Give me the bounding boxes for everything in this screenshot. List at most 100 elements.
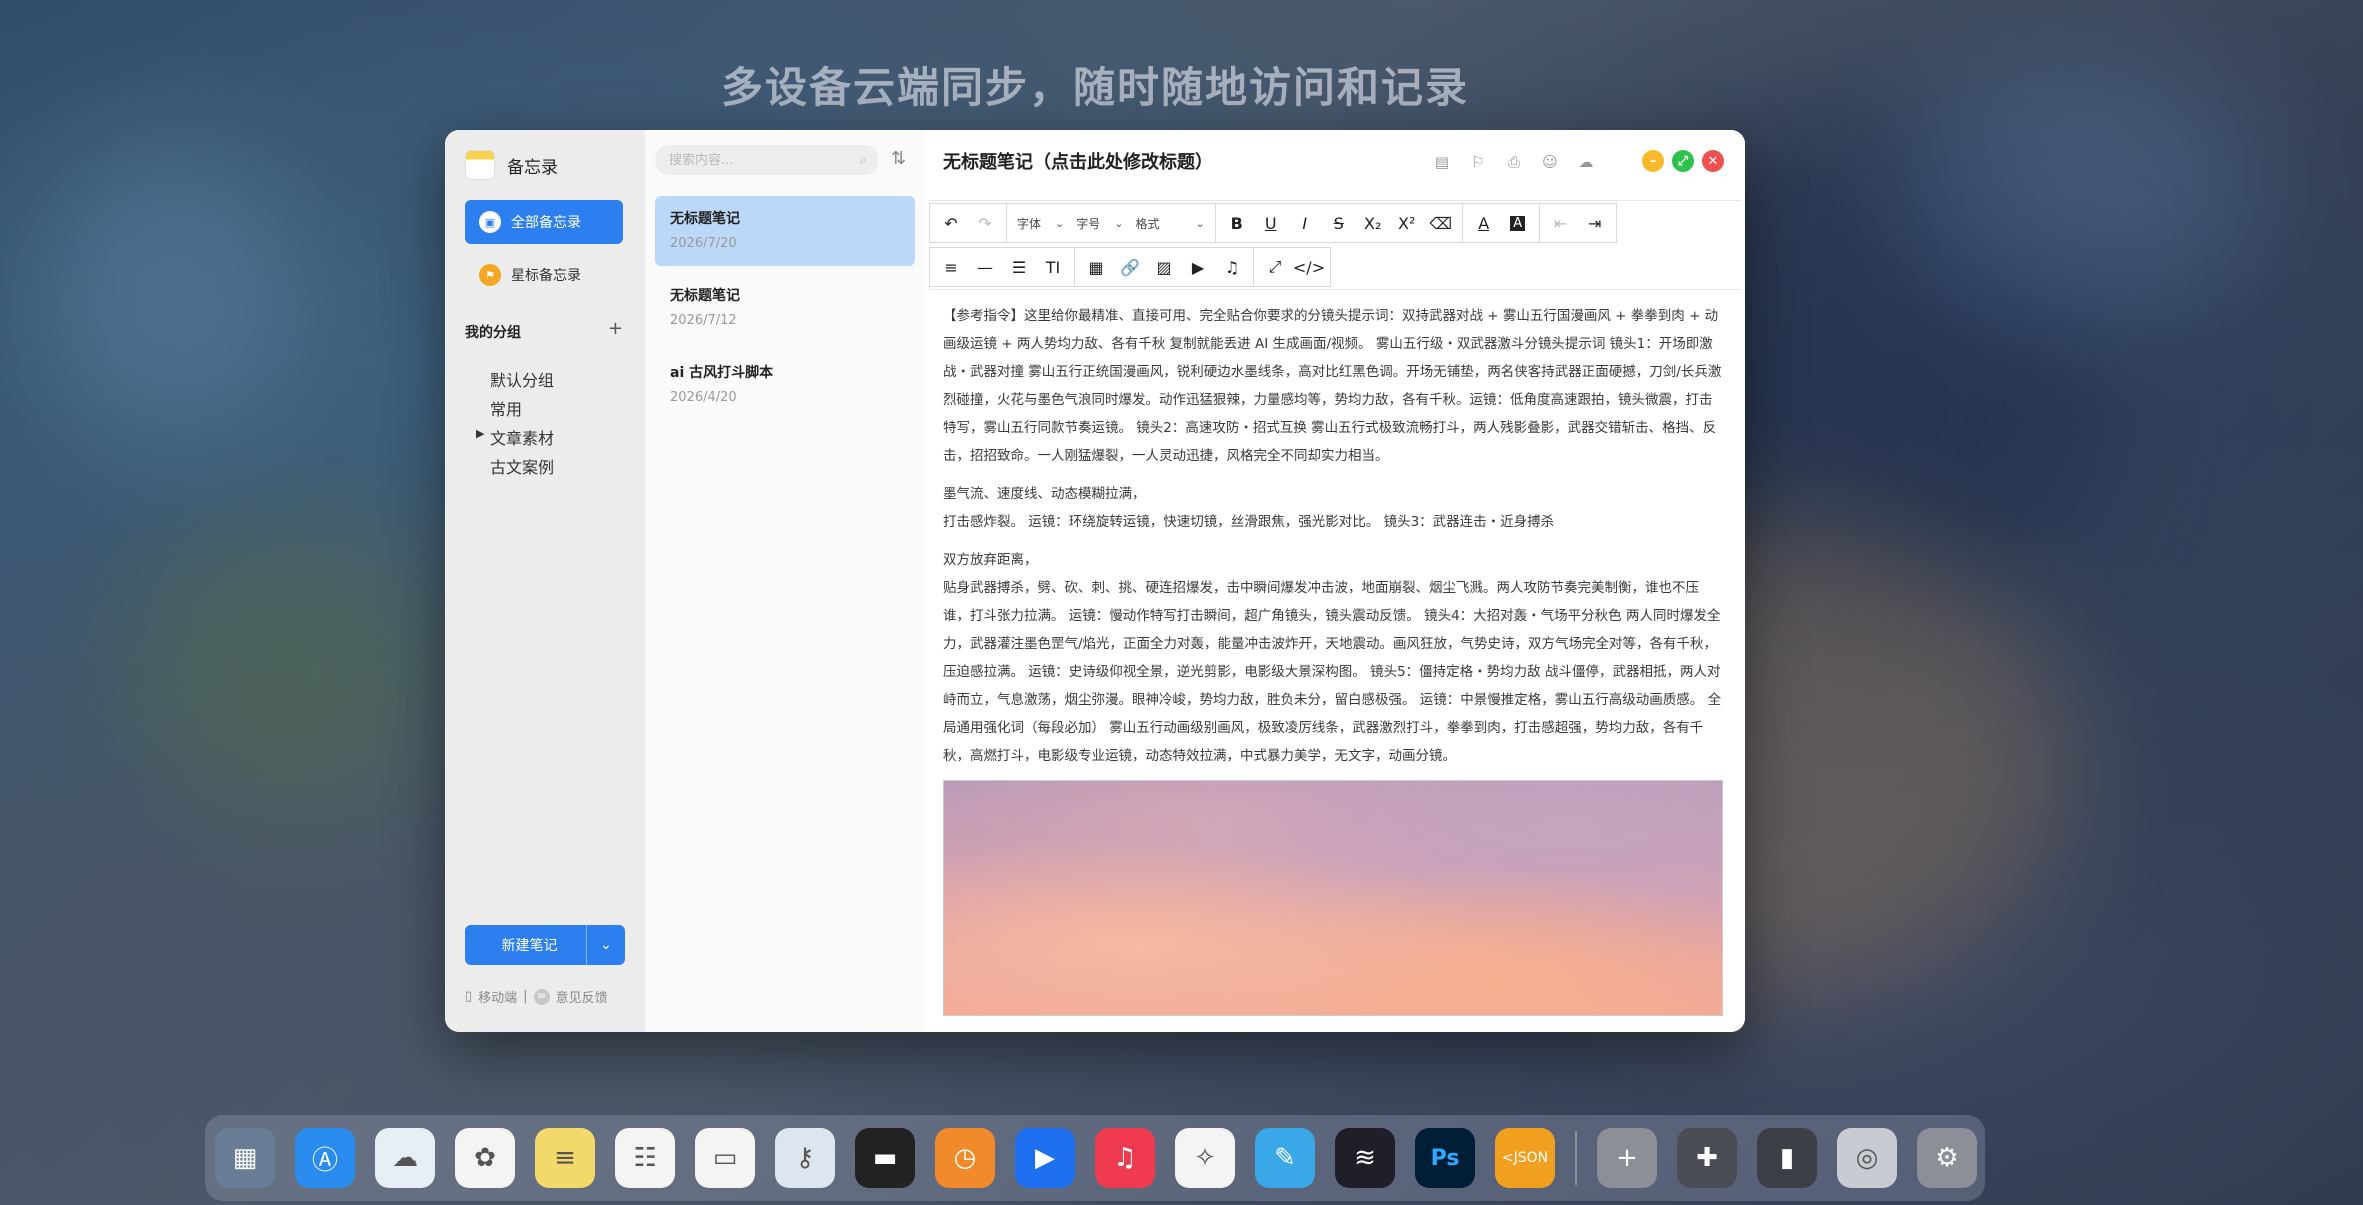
photoshop-icon[interactable]: Ps [1415, 1128, 1475, 1188]
sunset-sky-image [943, 780, 1723, 1016]
italic-icon[interactable]: I [1288, 206, 1322, 240]
book-icon[interactable]: ▤ [1430, 150, 1454, 174]
code-view-icon[interactable]: </> [1292, 250, 1326, 284]
video-icon[interactable]: ▶ [1181, 250, 1215, 284]
cloud-upload-icon[interactable]: ☁ [1574, 150, 1598, 174]
search-icon[interactable]: ⌕ [859, 152, 867, 168]
group-item-expandable[interactable]: ▶ 文章素材 [476, 425, 555, 449]
outdent-icon[interactable]: ⇤ [1544, 206, 1578, 240]
indent-group: ⇤ ⇥ [1538, 203, 1617, 243]
wallet-icon[interactable]: ▬ [855, 1128, 915, 1188]
minimize-button[interactable]: – [1642, 150, 1664, 172]
maximize-button[interactable]: ⤢ [1672, 150, 1694, 172]
eraser-icon[interactable]: ⌫ [1424, 206, 1458, 240]
clock-icon[interactable]: ◷ [935, 1128, 995, 1188]
note-title-editable[interactable]: 无标题笔记（点击此处修改标题） [943, 148, 1213, 174]
print-icon[interactable]: ⎙ [1502, 150, 1526, 174]
sidebar: 备忘录 ▣ 全部备忘录 ⚑ 星标备忘录 我的分组 + 默认分组 常用 ▶ 文章素… [445, 130, 646, 1032]
new-note-button[interactable]: 新建笔记 ⌄ [465, 925, 625, 965]
feedback-link[interactable]: 意见反馈 [556, 987, 608, 1006]
search-box[interactable]: ⌕ [655, 145, 879, 175]
calendar-icon[interactable]: ▭ [695, 1128, 755, 1188]
photos-icon[interactable]: ✿ [455, 1128, 515, 1188]
bookmark-icon[interactable]: ⚐ [1466, 150, 1490, 174]
safari-icon[interactable]: ✧ [1175, 1128, 1235, 1188]
music-icon[interactable]: ♫ [1095, 1128, 1155, 1188]
notes-icon[interactable]: ≡ [535, 1128, 595, 1188]
beyond-compare-icon[interactable]: ≋ [1335, 1128, 1395, 1188]
editor-content[interactable]: 【参考指令】这里给你最精准、直接可用、完全贴合你要求的分镜头提示词：双持武器对战… [943, 302, 1723, 1016]
nav-label: 星标备忘录 [511, 268, 581, 284]
align-left-icon[interactable]: ≡ [934, 250, 968, 284]
fullscreen-icon[interactable]: ⤢ [1258, 250, 1292, 284]
settings-icon[interactable]: ⚙ [1917, 1128, 1977, 1188]
indent-icon[interactable]: ⇥ [1578, 206, 1612, 240]
new-note-label: 新建笔记 [501, 938, 558, 954]
redo-icon[interactable]: ↷ [968, 206, 1002, 240]
notes-window: 备忘录 ▣ 全部备忘录 ⚑ 星标备忘录 我的分组 + 默认分组 常用 ▶ 文章素… [445, 130, 1745, 1032]
lock-gear-icon[interactable]: ◎ [1837, 1128, 1897, 1188]
nav-all-notes[interactable]: ▣ 全部备忘录 [465, 200, 623, 244]
play-icon[interactable]: ▶ [1015, 1128, 1075, 1188]
pen-icon[interactable]: ✎ [1255, 1128, 1315, 1188]
note-card[interactable]: ai 古风打斗脚本 2026/4/20 [655, 350, 915, 420]
note-date: 2026/7/20 [670, 236, 737, 251]
table-icon[interactable]: ▦ [1079, 250, 1113, 284]
bold-icon[interactable]: B [1220, 206, 1254, 240]
note-card[interactable]: 无标题笔记 2026/7/12 [655, 273, 915, 343]
color-group: A A [1461, 203, 1540, 243]
note-date: 2026/4/20 [670, 390, 737, 405]
background-color-icon[interactable]: A [1501, 206, 1535, 240]
brush-icon[interactable]: ▮ [1757, 1128, 1817, 1188]
horizontal-rule-icon[interactable]: — [968, 250, 1002, 284]
search-input[interactable] [667, 151, 860, 169]
window-controls: – ⤢ ✕ [1642, 150, 1724, 172]
paragraph: 墨气流、速度线、动态模糊拉满， 打击感炸裂。 运镜：环绕旋转运镜，快速切镜，丝滑… [943, 486, 1555, 530]
json-icon[interactable]: <JSON [1495, 1128, 1555, 1188]
keychain-icon[interactable]: ⚷ [775, 1128, 835, 1188]
subscript-icon[interactable]: X₂ [1356, 206, 1390, 240]
reminders-icon[interactable]: ☷ [615, 1128, 675, 1188]
undo-icon[interactable]: ↶ [934, 206, 968, 240]
link-icon[interactable]: 🔗 [1113, 250, 1147, 284]
strikethrough-icon[interactable]: S [1322, 206, 1356, 240]
underline-icon[interactable]: U [1254, 206, 1288, 240]
font-size-label: 字号 [1076, 216, 1101, 231]
note-title: 无标题笔记 [670, 288, 740, 304]
add-icon[interactable]: + [1597, 1128, 1657, 1188]
insert-group: ▦ 🔗 ▨ ▶ ♫ [1074, 247, 1254, 287]
app-name: 备忘录 [507, 157, 558, 178]
nav-label: 全部备忘录 [511, 215, 581, 231]
editor-pane: 无标题笔记（点击此处修改标题） ▤ ⚐ ⎙ ☺ ☁ – ⤢ ✕ ↶ ↷ 字体 ⌄ … [925, 130, 1745, 1032]
nav-starred-notes[interactable]: ⚑ 星标备忘录 [465, 253, 623, 297]
sort-icon[interactable]: ⇅ [891, 148, 906, 169]
share-user-icon[interactable]: ☺ [1538, 150, 1562, 174]
notes-logo-icon [465, 150, 495, 180]
note-card[interactable]: 无标题笔记 2026/7/20 [655, 196, 915, 266]
add-group-icon[interactable]: + [608, 320, 623, 342]
text-size-icon[interactable]: TI [1036, 250, 1070, 284]
puzzle-icon[interactable]: ✚ [1677, 1128, 1737, 1188]
group-item[interactable]: 默认分组 [490, 367, 554, 391]
line-height-icon[interactable]: ☰ [1002, 250, 1036, 284]
promo-headline: 多设备云端同步，随时随地访问和记录 [720, 63, 1469, 112]
caret-right-icon[interactable]: ▶ [476, 427, 484, 440]
dock-separator [1575, 1131, 1577, 1185]
format-select[interactable]: 格式 ⌄ [1129, 206, 1210, 240]
app-store-icon[interactable]: Ⓐ [295, 1128, 355, 1188]
group-item[interactable]: 古文案例 [490, 454, 554, 478]
launchpad-icon[interactable]: ▦ [215, 1128, 275, 1188]
font-color-icon[interactable]: A [1467, 206, 1501, 240]
image-icon[interactable]: ▨ [1147, 250, 1181, 284]
close-button[interactable]: ✕ [1702, 150, 1724, 172]
group-label: 文章素材 [490, 429, 555, 448]
font-size-select[interactable]: 字号 ⌄ [1070, 206, 1129, 240]
font-family-select[interactable]: 字体 ⌄ [1011, 206, 1070, 240]
group-item[interactable]: 常用 [490, 396, 522, 420]
feedback-icon: ✉ [533, 988, 550, 1005]
chevron-down-icon[interactable]: ⌄ [586, 925, 625, 965]
audio-icon[interactable]: ♫ [1215, 250, 1249, 284]
mobile-link[interactable]: 移动端 [478, 987, 517, 1006]
superscript-icon[interactable]: X² [1390, 206, 1424, 240]
icloud-icon[interactable]: ☁ [375, 1128, 435, 1188]
